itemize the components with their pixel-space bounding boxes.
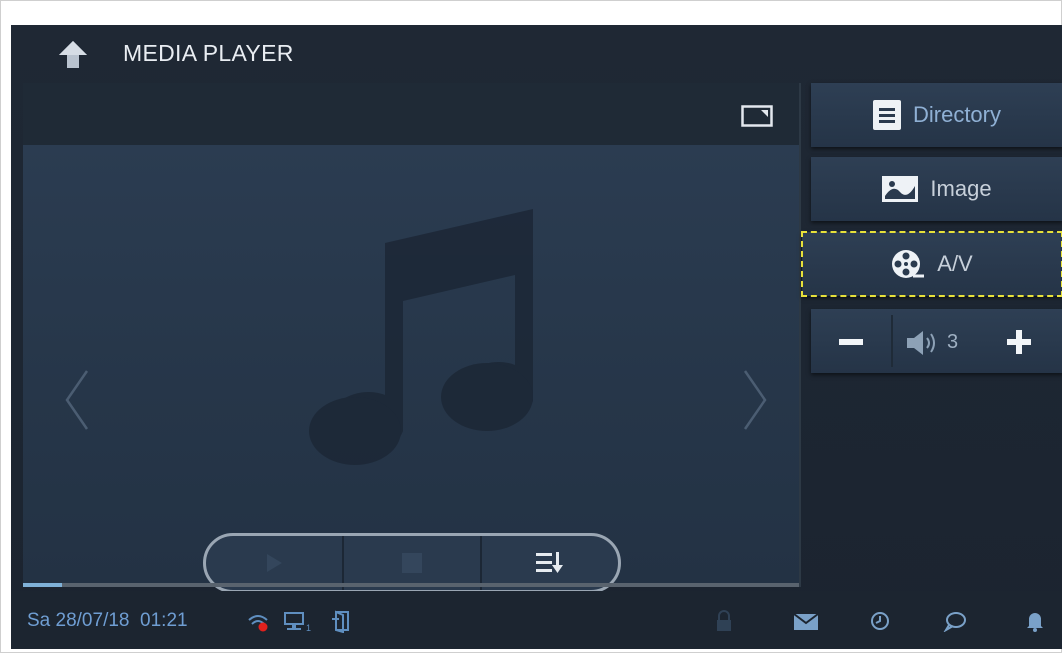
fullscreen-toggle-icon[interactable] — [741, 105, 773, 127]
minus-icon[interactable] — [831, 325, 871, 359]
status-bar: Sa 28/07/18 01:21 1 — [11, 591, 1062, 649]
play-icon — [267, 554, 282, 572]
volume-separator — [891, 315, 893, 367]
mail-icon[interactable] — [793, 613, 819, 631]
av-button[interactable]: A/V — [801, 231, 1062, 297]
wifi-icon — [248, 615, 268, 632]
directory-label: Directory — [912, 102, 1001, 127]
image-button[interactable]: Image — [811, 157, 1062, 221]
history-icon[interactable] — [869, 610, 891, 632]
av-label: A/V — [937, 251, 973, 276]
plus-icon[interactable] — [999, 323, 1039, 361]
playlist-button[interactable] — [480, 536, 618, 590]
bell-icon[interactable] — [1025, 609, 1045, 633]
music-note-icon — [309, 209, 533, 465]
date-text: Sa 28/07/18 — [27, 610, 130, 631]
next-chevron-icon[interactable] — [741, 367, 771, 433]
media-panel — [23, 83, 799, 593]
stop-button[interactable] — [342, 536, 480, 590]
date-time: Sa 28/07/18 01:21 — [27, 610, 188, 632]
network-icon: 1 — [284, 612, 311, 633]
device-frame: MEDIA PLAYER Directory Image A/V 3 Sa 28… — [0, 0, 1062, 653]
stop-icon — [402, 553, 422, 573]
playlist-sort-icon — [536, 552, 563, 573]
film-reel-icon — [892, 250, 925, 278]
message-icon[interactable] — [943, 610, 967, 632]
page-title: MEDIA PLAYER — [123, 40, 294, 66]
progress-bar[interactable] — [23, 583, 799, 587]
time-text: 01:21 — [140, 610, 188, 631]
panel-divider — [799, 83, 801, 587]
previous-chevron-icon[interactable] — [61, 367, 91, 433]
volume-level: 3 — [947, 331, 959, 353]
speaker-icon — [907, 331, 935, 355]
media-top-bar — [23, 83, 799, 145]
door-icon — [332, 610, 349, 633]
image-icon — [882, 176, 919, 202]
directory-list-icon — [872, 100, 901, 130]
play-button[interactable] — [206, 536, 342, 590]
network-sub-label: 1 — [306, 623, 311, 633]
lock-icon — [717, 610, 731, 631]
progress-fill — [23, 583, 62, 587]
video-area[interactable] — [23, 145, 799, 593]
image-label: Image — [930, 176, 992, 201]
media-player-screen: MEDIA PLAYER Directory Image A/V 3 Sa 28… — [11, 25, 1062, 649]
directory-button[interactable]: Directory — [811, 83, 1062, 147]
back-arrow-icon[interactable] — [55, 39, 91, 71]
volume-control: 3 — [811, 309, 1062, 373]
